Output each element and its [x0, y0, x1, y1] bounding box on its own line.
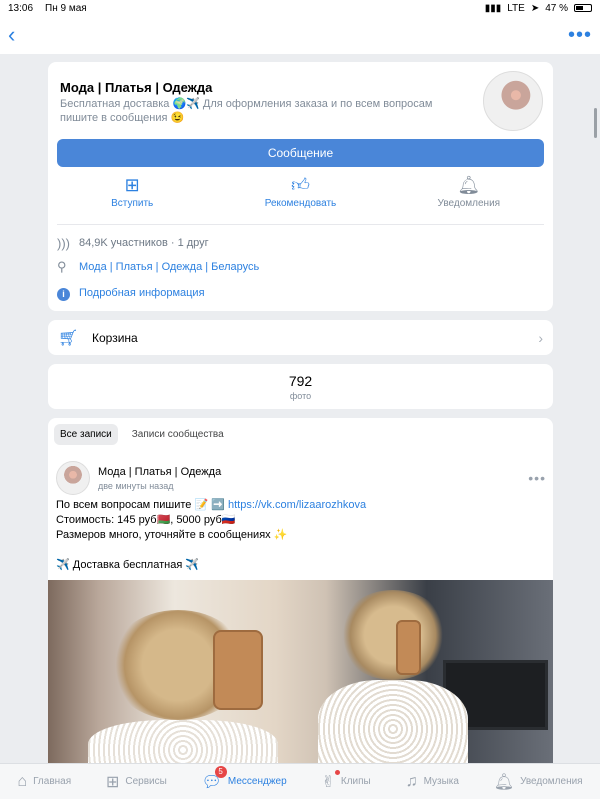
post-avatar[interactable] [56, 461, 90, 495]
location-arrow-icon: ➤ [530, 2, 540, 14]
navigation-bar: ‹ ••• [0, 16, 600, 54]
clips-notification-dot [335, 769, 341, 775]
plus-square-icon: ⊞ [124, 175, 140, 195]
group-subtitle: Бесплатная доставка 🌍✈️ Для оформления з… [60, 98, 433, 124]
group-title: Мода | Платья | Одежда [60, 80, 213, 95]
post-link[interactable]: https://vk.com/lizaarozhkova [228, 499, 366, 511]
post-line-4: ✈️ Доставка бесплатная ✈️ [56, 559, 200, 571]
back-chevron-icon[interactable]: ‹ [8, 24, 15, 46]
tab-notifications[interactable]: 🔔︎ Уведомления [494, 772, 583, 792]
tab-community-posts[interactable]: Записи сообщества [126, 424, 230, 445]
photos-count: 792 [288, 373, 313, 389]
post-line-3: Размеров много, уточняйте в сообщениях ✨ [56, 529, 288, 541]
details-row[interactable]: i Подробная информация [57, 283, 205, 303]
tab-all-posts[interactable]: Все записи [54, 424, 118, 445]
group-actions: ⊞ Вступить 👍︎ Рекомендовать 🔔︎ Уведомлен… [48, 174, 553, 224]
join-label: Вступить [111, 198, 154, 209]
tab-music-label: Музыка [423, 776, 459, 787]
status-time: 13:06 [8, 2, 34, 14]
more-dots-icon[interactable]: ••• [568, 24, 592, 47]
details-link: Подробная информация [79, 287, 205, 299]
members-feed-icon: ))) [57, 235, 70, 251]
join-button[interactable]: ⊞ Вступить [48, 174, 216, 224]
tab-clips-label: Клипы [340, 776, 371, 787]
post-photo[interactable] [48, 580, 553, 778]
message-button[interactable]: Сообщение [57, 139, 544, 167]
post-header: Мода | Платья | Одежда две минуты назад … [56, 461, 546, 495]
tab-messenger[interactable]: 💬︎ 5 Мессенджер [202, 765, 287, 792]
location-row[interactable]: ⚲ Мода | Платья | Одежда | Беларусь [57, 257, 259, 277]
notifications-label: Уведомления [437, 198, 501, 209]
bell-icon: 🔔︎ [493, 773, 515, 791]
photos-counter[interactable]: 792 фото [48, 364, 553, 409]
cart-row[interactable]: 🛒︎ Корзина › [48, 320, 553, 355]
recommend-label: Рекомендовать [264, 198, 337, 209]
cart-icon: 🛒︎ [58, 329, 79, 347]
tab-services-label: Сервисы [125, 776, 167, 787]
photos-label: фото [289, 391, 312, 401]
tab-services[interactable]: ⊞ Сервисы [106, 772, 167, 792]
post-line-1: По всем вопросам пишите 📝 ➡️ [56, 499, 225, 511]
bell-icon: 🔔︎ [457, 175, 481, 195]
tab-notifications-label: Уведомления [520, 776, 583, 787]
recommend-button[interactable]: 👍︎ Рекомендовать [216, 174, 384, 224]
members-row[interactable]: ))) 84,9K участников · 1 друг [57, 233, 209, 253]
cart-label: Корзина [92, 330, 138, 345]
tab-messenger-label: Мессенджер [227, 776, 287, 787]
battery-icon [574, 4, 592, 12]
scrollbar[interactable] [594, 108, 597, 138]
chevron-right-icon: › [538, 329, 543, 346]
post-time: две минуты назад [98, 480, 174, 491]
home-icon: ⌂ [17, 772, 28, 790]
status-bar: 13:06 Пн 9 мая ▮▮▮ LTE ➤ 47 % [0, 0, 600, 16]
thumbs-up-icon: 👍︎ [291, 175, 310, 195]
messenger-badge: 5 [214, 765, 227, 778]
group-header-card: Мода | Платья | Одежда Бесплатная достав… [48, 62, 553, 311]
divider [57, 224, 544, 225]
tab-music[interactable]: ♫ Музыка [406, 773, 459, 791]
status-date: Пн 9 мая [45, 2, 87, 14]
notifications-button[interactable]: 🔔︎ Уведомления [385, 174, 553, 224]
post-line-2: Стоимость: 145 руб🇧🇾, 5000 руб🇷🇺 [56, 514, 236, 526]
tab-clips[interactable]: ✌︎ Клипы [321, 769, 371, 792]
location-pin-icon: ⚲ [57, 259, 67, 274]
tab-home-label: Главная [33, 776, 72, 787]
location-text: Мода | Платья | Одежда | Беларусь [79, 261, 260, 273]
wall-tabs: Все записи Записи сообщества [54, 424, 230, 445]
services-grid-icon: ⊞ [105, 773, 120, 791]
post-more-icon[interactable]: ••• [528, 470, 546, 486]
wall-card: Все записи Записи сообщества Мода | Плат… [48, 418, 553, 778]
info-icon: i [57, 287, 70, 301]
signal-icon: ▮▮▮ [484, 2, 502, 14]
battery-percent: 47 % [545, 2, 568, 14]
tab-home[interactable]: ⌂ Главная [17, 773, 71, 791]
post-text: По всем вопросам пишите 📝 ➡️ https://vk.… [56, 498, 546, 573]
group-avatar[interactable] [483, 71, 543, 131]
network-type: LTE [507, 2, 525, 14]
post-author[interactable]: Мода | Платья | Одежда [98, 466, 221, 478]
members-count: 84,9K участников · 1 друг [79, 237, 209, 249]
bottom-tab-bar: ⌂ Главная ⊞ Сервисы 💬︎ 5 Мессенджер ✌︎ К… [0, 763, 600, 799]
music-note-icon: ♫ [405, 772, 418, 790]
clips-icon: ✌︎ [321, 773, 335, 791]
